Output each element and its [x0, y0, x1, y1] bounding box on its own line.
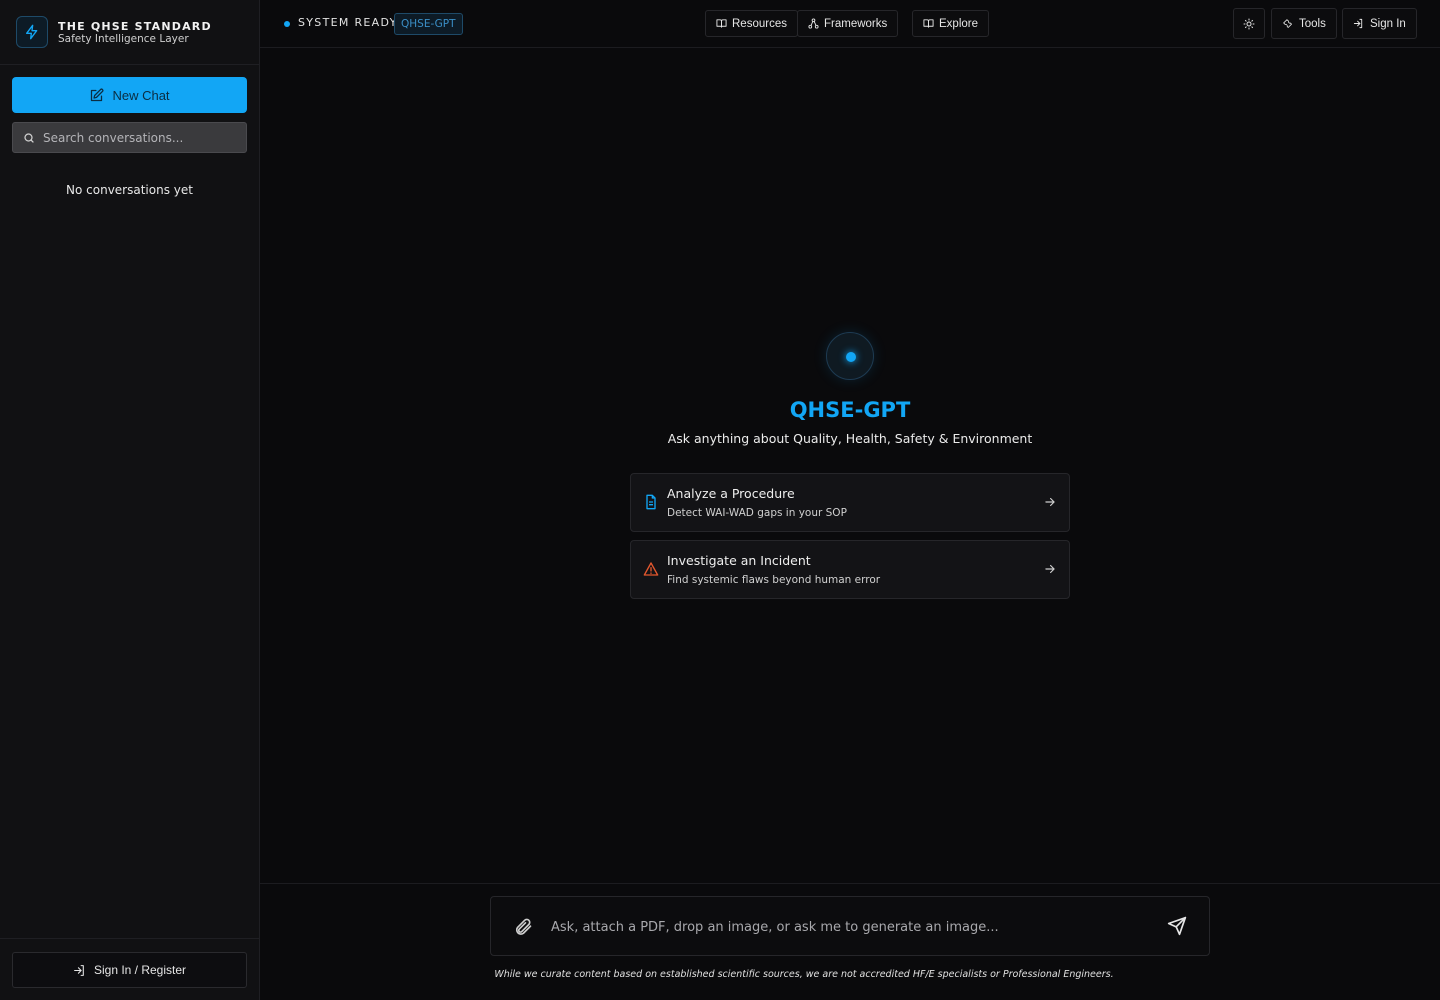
resources-button[interactable]: Resources: [705, 10, 798, 37]
new-chat-label: New Chat: [112, 87, 170, 103]
top-bar: SYSTEM READY QHSE-GPT Resources Framewor…: [260, 0, 1440, 48]
brand-header: THE QHSE STANDARD Safety Intelligence La…: [0, 0, 259, 65]
lightning-logo-icon: [16, 16, 48, 48]
tools-button[interactable]: Tools: [1271, 8, 1337, 39]
disclaimer-text: While we curate content based on establi…: [494, 969, 1114, 980]
network-icon: [808, 18, 819, 29]
card-description: Find systemic flaws beyond human error: [667, 574, 881, 586]
book-icon: [716, 19, 727, 28]
book-open-icon: [923, 19, 934, 28]
arrow-right-icon: [1045, 497, 1055, 507]
send-icon[interactable]: [1167, 916, 1187, 936]
frameworks-label: Frameworks: [824, 17, 888, 30]
sidebar-footer: Sign In / Register: [0, 938, 259, 1000]
document-icon: [646, 494, 656, 510]
resources-label: Resources: [732, 17, 787, 30]
message-composer: [490, 896, 1210, 956]
arrow-right-icon: [1045, 564, 1055, 574]
status-orb-icon: [826, 332, 874, 380]
wrench-icon: [1283, 19, 1292, 28]
card-title: Investigate an Incident: [667, 553, 811, 568]
login-icon: [74, 964, 84, 976]
card-title: Analyze a Procedure: [667, 486, 795, 501]
sign-in-label: Sign In: [1370, 17, 1406, 30]
card-description: Detect WAI-WAD gaps in your SOP: [667, 507, 847, 519]
status-indicator-dot: [284, 21, 290, 27]
edit-icon: [91, 88, 104, 101]
search-box: [12, 122, 247, 153]
search-input[interactable]: [43, 130, 233, 145]
login-icon: [1353, 18, 1363, 29]
brand-subtitle: Safety Intelligence Layer: [58, 33, 189, 45]
suggestion-card-analyze-procedure[interactable]: Analyze a Procedure Detect WAI-WAD gaps …: [630, 473, 1070, 532]
explore-button[interactable]: Explore: [912, 10, 989, 37]
sign-in-register-label: Sign In / Register: [93, 963, 187, 977]
frameworks-button[interactable]: Frameworks: [797, 10, 899, 37]
explore-label: Explore: [939, 17, 978, 30]
warning-icon: [643, 562, 659, 576]
status-text: SYSTEM READY: [298, 16, 398, 29]
sign-in-register-button[interactable]: Sign In / Register: [12, 952, 247, 988]
sign-in-button[interactable]: Sign In: [1342, 8, 1417, 39]
model-badge: QHSE-GPT: [394, 13, 463, 35]
empty-conversations-text: No conversations yet: [66, 183, 193, 197]
hero-title: QHSE-GPT: [789, 398, 911, 422]
search-icon: [24, 132, 34, 143]
hero-subtitle: Ask anything about Quality, Health, Safe…: [667, 431, 1033, 446]
brand-title: THE QHSE STANDARD: [58, 20, 212, 33]
sun-icon: [1243, 18, 1255, 29]
paperclip-icon[interactable]: [513, 917, 533, 937]
tools-label: Tools: [1299, 17, 1326, 30]
theme-toggle-button[interactable]: [1233, 8, 1265, 39]
sidebar: THE QHSE STANDARD Safety Intelligence La…: [0, 0, 260, 1000]
suggestion-card-investigate-incident[interactable]: Investigate an Incident Find systemic fl…: [630, 540, 1070, 599]
new-chat-button[interactable]: New Chat: [12, 77, 247, 113]
message-input[interactable]: [551, 915, 1151, 939]
